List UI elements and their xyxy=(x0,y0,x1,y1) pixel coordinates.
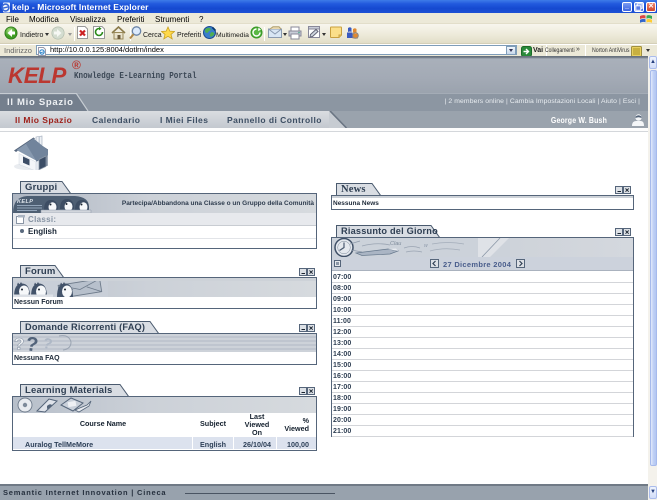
svg-text:?: ? xyxy=(14,335,24,353)
svg-text:w: w xyxy=(424,243,428,249)
svg-text:Clau: Clau xyxy=(390,241,401,247)
svg-text:?: ? xyxy=(24,334,39,352)
svg-text:KELP: KELP xyxy=(17,199,33,205)
svg-text:?: ? xyxy=(41,335,54,352)
